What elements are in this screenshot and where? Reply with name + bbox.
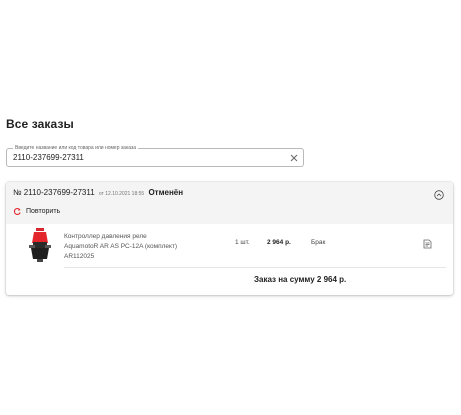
- order-date: от 12.10.2021 18:55: [98, 191, 145, 197]
- chevron-up-circle-icon[interactable]: [434, 190, 444, 200]
- search-field[interactable]: Введите название или код товара или номе…: [6, 144, 304, 167]
- product-image[interactable]: [26, 227, 54, 263]
- search-input[interactable]: [13, 153, 283, 163]
- order-number: № 2110-237699-27311: [13, 188, 95, 197]
- repeat-order-button[interactable]: Повторить: [13, 207, 60, 216]
- page-title: Все заказы: [6, 117, 74, 131]
- order-header: № 2110-237699-27311 от 12.10.2021 18:55 …: [6, 182, 453, 224]
- order-card: № 2110-237699-27311 от 12.10.2021 18:55 …: [6, 182, 453, 295]
- divider: [64, 267, 446, 268]
- document-icon[interactable]: [423, 239, 432, 249]
- search-label: Введите название или код товара или номе…: [13, 144, 139, 152]
- repeat-icon: [13, 207, 21, 215]
- product-status: Брак: [311, 239, 326, 246]
- product-quantity: 1 шт.: [235, 239, 250, 246]
- repeat-label: Повторить: [26, 208, 61, 215]
- product-name[interactable]: Контроллер давления реле AquamotoR AR AS…: [64, 232, 194, 262]
- product-price: 2 964 р.: [267, 239, 291, 246]
- product-code: AR112025: [64, 253, 95, 260]
- close-icon[interactable]: [289, 153, 299, 163]
- order-total: Заказ на сумму 2 964 р.: [254, 275, 347, 284]
- order-title: № 2110-237699-27311 от 12.10.2021 18:55 …: [13, 188, 183, 197]
- product-name-line1: Контроллер давления реле: [64, 233, 147, 240]
- order-status: Отменён: [148, 188, 184, 197]
- order-item-row: Контроллер давления реле AquamotoR AR AS…: [6, 224, 453, 266]
- product-name-line2: AquamotoR AR AS PC-12A (комплект): [64, 243, 178, 250]
